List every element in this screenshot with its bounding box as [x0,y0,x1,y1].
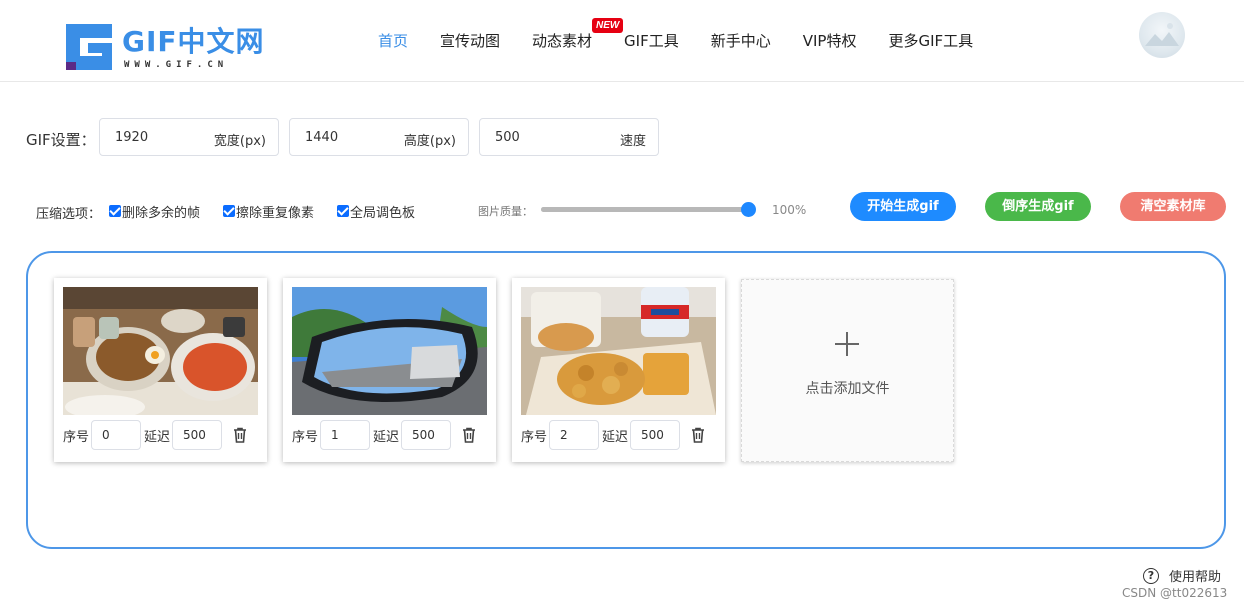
car-mirror-photo-icon [292,287,487,415]
checkbox-label: 擦除重复像素 [236,205,315,221]
checkbox-label: 全局调色板 [350,205,416,221]
order-input[interactable]: 2 [549,420,600,450]
checkbox-checked-icon[interactable] [223,205,235,217]
gif-settings-label: GIF设置： [26,131,96,149]
speed-value: 500 [495,130,520,145]
logo-icon [66,24,112,70]
delay-input[interactable]: 500 [172,420,223,450]
avatar-image-icon [1145,23,1179,46]
delay-input[interactable]: 500 [401,420,452,450]
help-label: 使用帮助 [1169,570,1222,585]
frame-thumbnail[interactable] [292,287,487,415]
checkbox-global-palette[interactable]: 全局调色板 [337,203,416,221]
nav-item-gif-tools[interactable]: GIF工具 [624,30,679,52]
new-badge: NEW [592,18,624,33]
reverse-generate-button[interactable]: 倒序生成gif [985,192,1091,221]
order-input[interactable]: 1 [320,420,371,450]
trash-icon[interactable] [460,426,478,444]
frame-thumbnail[interactable] [63,287,258,415]
delay-label: 延迟 [144,429,171,445]
quality-slider-fill [541,207,749,212]
watermark: CSDN @tt022613 [1122,586,1228,600]
quality-value: 100% [772,203,807,217]
height-value: 1440 [305,130,339,145]
nav-item-beginner-center[interactable]: 新手中心 [711,30,771,52]
frame-card: 序号 2 延迟 500 [512,278,725,462]
order-input[interactable]: 0 [91,420,142,450]
quality-label: 图片质量： [478,205,533,218]
checkbox-label: 删除多余的帧 [122,205,201,221]
frame-card: 序号 1 延迟 500 [283,278,496,462]
logo-text: GIF中文网 [122,25,265,58]
clear-library-button[interactable]: 清空素材库 [1120,192,1226,221]
delay-label: 延迟 [602,429,629,445]
trash-icon[interactable] [231,426,249,444]
order-label: 序号 [63,429,90,445]
order-label: 序号 [521,429,548,445]
checkbox-remove-frames[interactable]: 删除多余的帧 [109,203,201,221]
plus-icon [835,332,859,356]
help-link[interactable]: ? 使用帮助 [1143,566,1221,585]
order-label: 序号 [292,429,319,445]
add-file-button[interactable]: 点击添加文件 [741,279,954,462]
height-unit: 高度(px) [403,134,456,149]
frame-controls: 序号 2 延迟 500 [521,420,707,450]
avatar[interactable] [1139,12,1185,58]
nav-item-more-gif-tools[interactable]: 更多GIF工具 [888,30,973,52]
fried-chicken-photo-icon [521,287,716,415]
main-nav: 首页 宣传动图 动态素材 GIF工具 新手中心 VIP特权 更多GIF工具 [378,30,1005,52]
quality-slider[interactable] [541,202,756,217]
width-input[interactable]: 1920 宽度(px) [99,118,279,156]
frame-thumbnail[interactable] [521,287,716,415]
start-generate-button[interactable]: 开始生成gif [850,192,956,221]
delay-input[interactable]: 500 [630,420,681,450]
width-unit: 宽度(px) [213,134,266,149]
food-photo-icon [63,287,258,415]
frame-controls: 序号 1 延迟 500 [292,420,478,450]
top-header: GIF中文网 WWW.GIF.CN 首页 宣传动图 动态素材 GIF工具 新手中… [0,0,1244,82]
delay-label: 延迟 [373,429,400,445]
question-icon: ? [1143,567,1159,584]
nav-item-vip[interactable]: VIP特权 [803,30,857,52]
trash-icon[interactable] [689,426,707,444]
nav-item-home[interactable]: 首页 [378,30,408,52]
nav-item-promo-gif[interactable]: 宣传动图 [440,30,500,52]
checkbox-checked-icon[interactable] [337,205,349,217]
compression-label: 压缩选项： [36,207,102,222]
speed-unit: 速度 [619,134,646,149]
speed-input[interactable]: 500 速度 [479,118,659,156]
checkbox-erase-duplicate-pixels[interactable]: 擦除重复像素 [223,203,315,221]
frame-controls: 序号 0 延迟 500 [63,420,249,450]
height-input[interactable]: 1440 高度(px) [289,118,469,156]
nav-item-dynamic-material[interactable]: 动态素材 [532,30,592,52]
width-value: 1920 [115,130,149,145]
logo-subtitle: WWW.GIF.CN [124,60,229,70]
quality-slider-handle[interactable] [741,202,756,217]
site-logo[interactable]: GIF中文网 WWW.GIF.CN [66,24,266,72]
add-file-label: 点击添加文件 [805,381,890,397]
frame-card: 序号 0 延迟 500 [54,278,267,462]
checkbox-checked-icon[interactable] [109,205,121,217]
